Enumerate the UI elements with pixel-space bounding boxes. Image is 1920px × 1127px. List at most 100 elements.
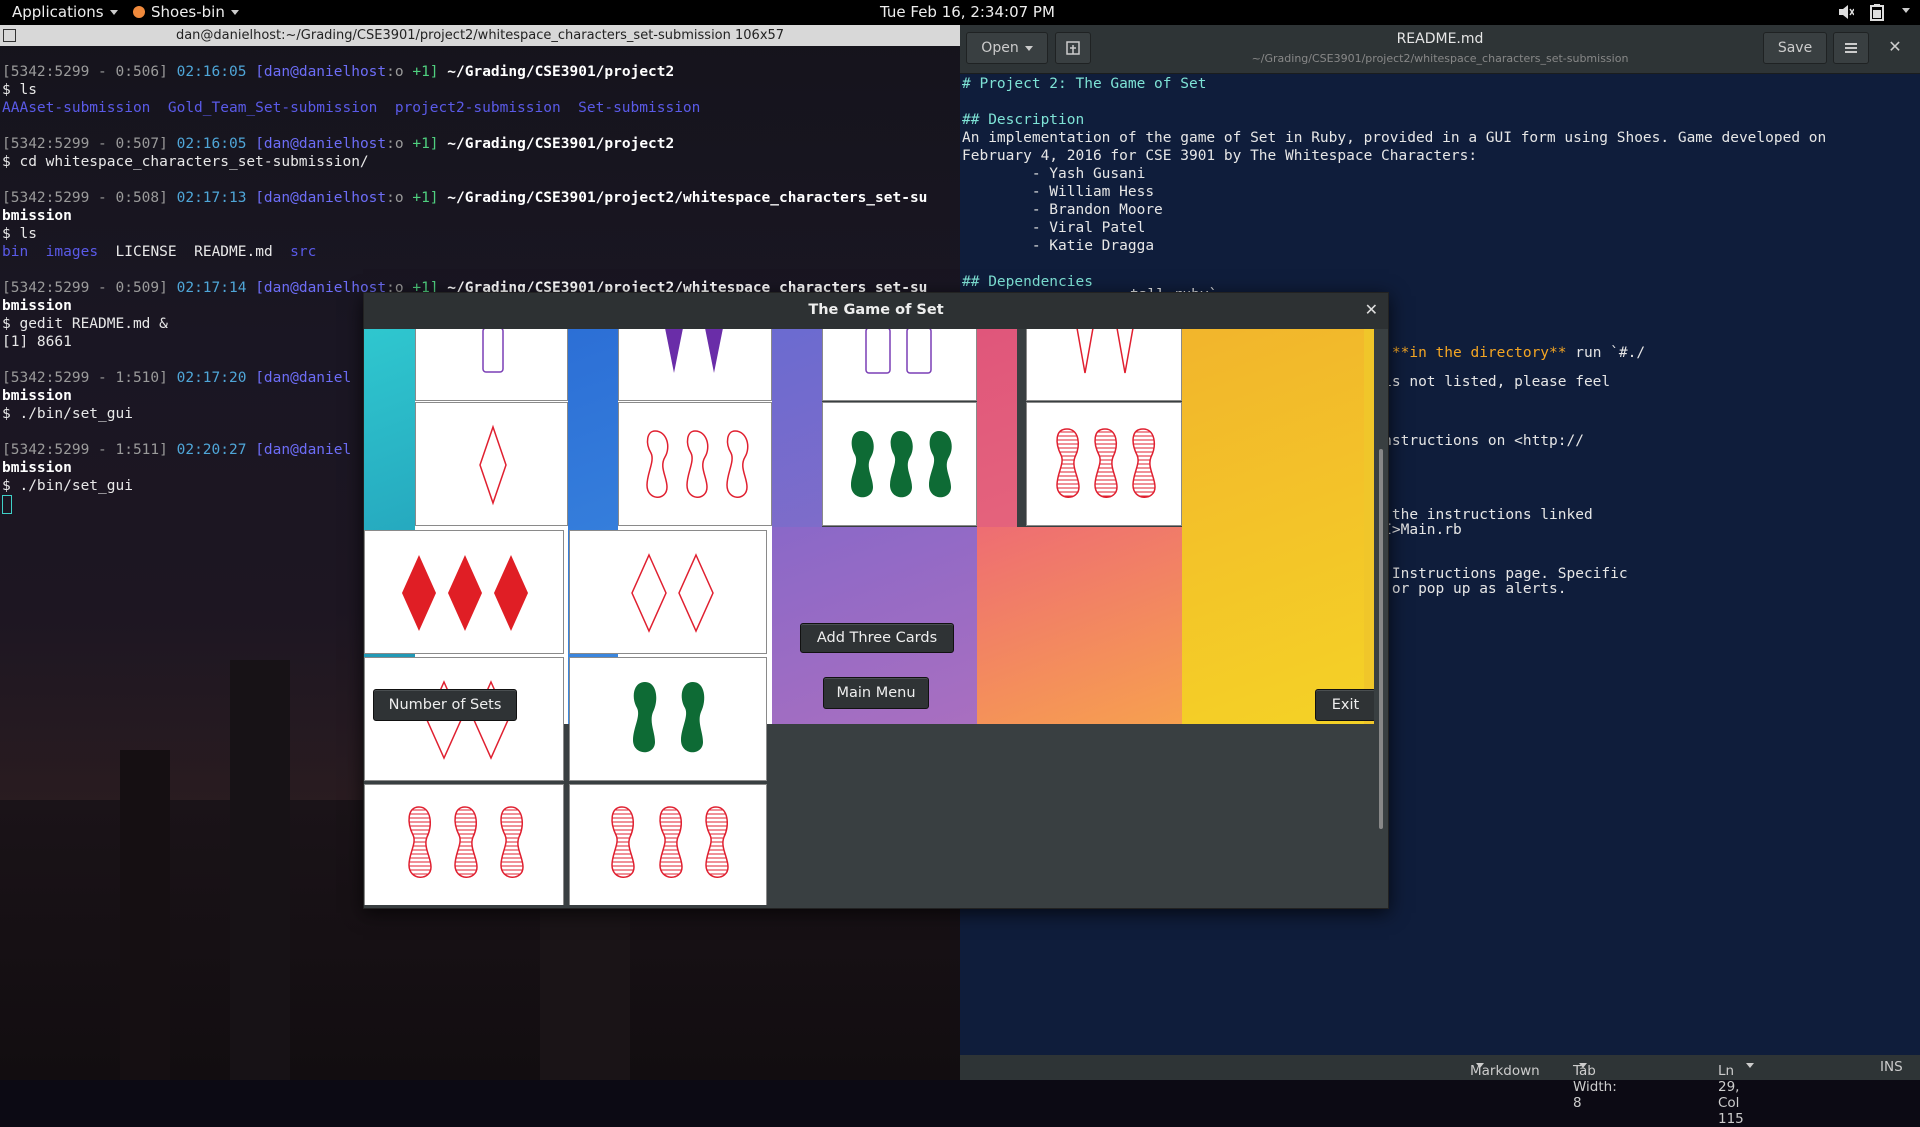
chevron-down-icon [1476,1063,1484,1068]
sp [168,190,177,206]
app-menu[interactable]: Shoes-bin [133,3,239,21]
terminal-line: $ ls [2,81,960,99]
cmd: $ gedit README.md & [2,316,168,332]
set-card[interactable] [822,329,977,401]
main-menu-button[interactable]: Main Menu [823,677,929,709]
bold: bmission [2,388,72,404]
path: ~/Grading/CSE3901/project2 [438,136,675,152]
scrollbar[interactable] [1374,329,1388,905]
user: [dan@danielhost [255,136,387,152]
time: 02:16:05 [176,136,247,152]
terminal-icon [3,29,16,42]
terminal-line: [5342:5299 - 0:508] 02:17:13 [dan@daniel… [2,189,960,207]
path: ~/Grading/CSE3901/project2/whitespace_ch… [438,190,928,206]
plus: +1] [412,64,439,80]
terminal-line: bmission [2,207,960,225]
meta: [5342:5299 - 0:508] [2,190,168,206]
set-card[interactable] [415,329,568,401]
sp [246,370,255,386]
set-card[interactable] [569,657,767,781]
sp [168,370,177,386]
ls1: AAAset-submission Gold_Team_Set-submissi… [2,100,701,116]
meta: [5342:5299 - 0:507] [2,136,168,152]
exit-button[interactable]: Exit [1315,689,1374,721]
bold: bmission [2,460,72,476]
cmd: $ ./bin/set_gui [2,478,133,494]
set-card[interactable] [618,402,772,526]
sp [246,442,255,458]
game-board[interactable]: Add Three Cards Main Menu Number of Sets… [364,329,1374,905]
user: [dan@danielhost [255,64,387,80]
user: [dan@danielhost [255,190,387,206]
ls-entry: LICENSE [115,244,177,260]
number-of-sets-button[interactable]: Number of Sets [373,689,517,721]
time: 02:17:20 [176,370,247,386]
app-icon [133,6,145,18]
ls-entry: src [290,244,317,260]
meta: [5342:5299 - 0:506] [2,64,168,80]
sp [246,136,255,152]
chevron-down-icon [230,10,239,15]
meta: [5342:5299 - 1:510] [2,370,168,386]
time: 02:20:27 [176,442,247,458]
clock[interactable]: Tue Feb 16, 2:34:07 PM [880,3,1055,21]
terminal-titlebar[interactable]: dan@danielhost:~/Grading/CSE3901/project… [0,25,960,46]
rest: :o [386,190,404,206]
set-card[interactable] [364,530,564,654]
volume-icon[interactable] [1838,4,1855,24]
rest: :o [386,136,404,152]
bold: bmission [2,208,72,224]
battery-icon[interactable] [1870,4,1884,25]
set-card[interactable] [569,530,767,654]
applications-menu[interactable]: Applications [12,3,118,21]
background-panel [977,527,1182,724]
set-card[interactable] [364,784,564,905]
game-title: The Game of Set [808,302,944,318]
insert-mode: INS [1880,1059,1903,1075]
editor-text: run `#./ [1566,345,1646,361]
close-icon[interactable]: ✕ [1365,293,1378,327]
terminal-line: [5342:5299 - 0:507] 02:16:05 [dan@daniel… [2,135,960,153]
chevron-down-icon [1579,1063,1587,1068]
set-card[interactable] [822,402,977,526]
game-titlebar[interactable]: The Game of Set ✕ [364,293,1388,329]
tab-width-label: Tab Width: 8 [1573,1063,1617,1111]
path: ~/Grading/CSE3901/project2 [438,64,675,80]
time: 02:17:13 [176,190,247,206]
cmd: $ ./bin/set_gui [2,406,133,422]
set-card[interactable] [1026,402,1182,526]
cursor-position-label: Ln 29, Col 115 [1718,1063,1744,1127]
set-card[interactable] [1026,329,1182,401]
sp [168,280,177,296]
top-bar: Applications Shoes-bin Tue Feb 16, 2:34:… [0,0,1920,25]
editor-bold-text: **in the directory** [1391,345,1567,361]
ls-entry: images [45,244,99,260]
board-empty-area [772,724,1374,905]
power-menu-icon[interactable] [1896,1,1910,19]
app-menu-label: Shoes-bin [151,3,225,21]
meta: [5342:5299 - 0:509] [2,280,168,296]
sp [168,136,177,152]
set-card[interactable] [415,402,568,526]
cmd: $ ls [2,82,37,98]
sp [168,64,177,80]
set-card[interactable] [618,329,772,401]
meta: [5342:5299 - 1:511] [2,442,168,458]
game-of-set-window[interactable]: The Game of Set ✕ Add Three Cards Main M… [363,292,1389,909]
set-card[interactable] [569,784,767,905]
cmd: $ ls [2,226,37,242]
scrollbar-thumb[interactable] [1379,449,1383,829]
background-panel [1182,329,1374,724]
sp [246,190,255,206]
sp [246,64,255,80]
bold: bmission [2,298,72,314]
chevron-down-icon [1746,1063,1754,1068]
cmd: $ cd whitespace_characters_set-submissio… [2,154,369,170]
plus: +1] [412,190,439,206]
terminal-title: dan@danielhost:~/Grading/CSE3901/project… [175,28,785,43]
terminal-line: $ ls [2,225,960,243]
add-three-cards-button[interactable]: Add Three Cards [800,623,954,653]
terminal-cursor [2,495,12,514]
sp [168,442,177,458]
